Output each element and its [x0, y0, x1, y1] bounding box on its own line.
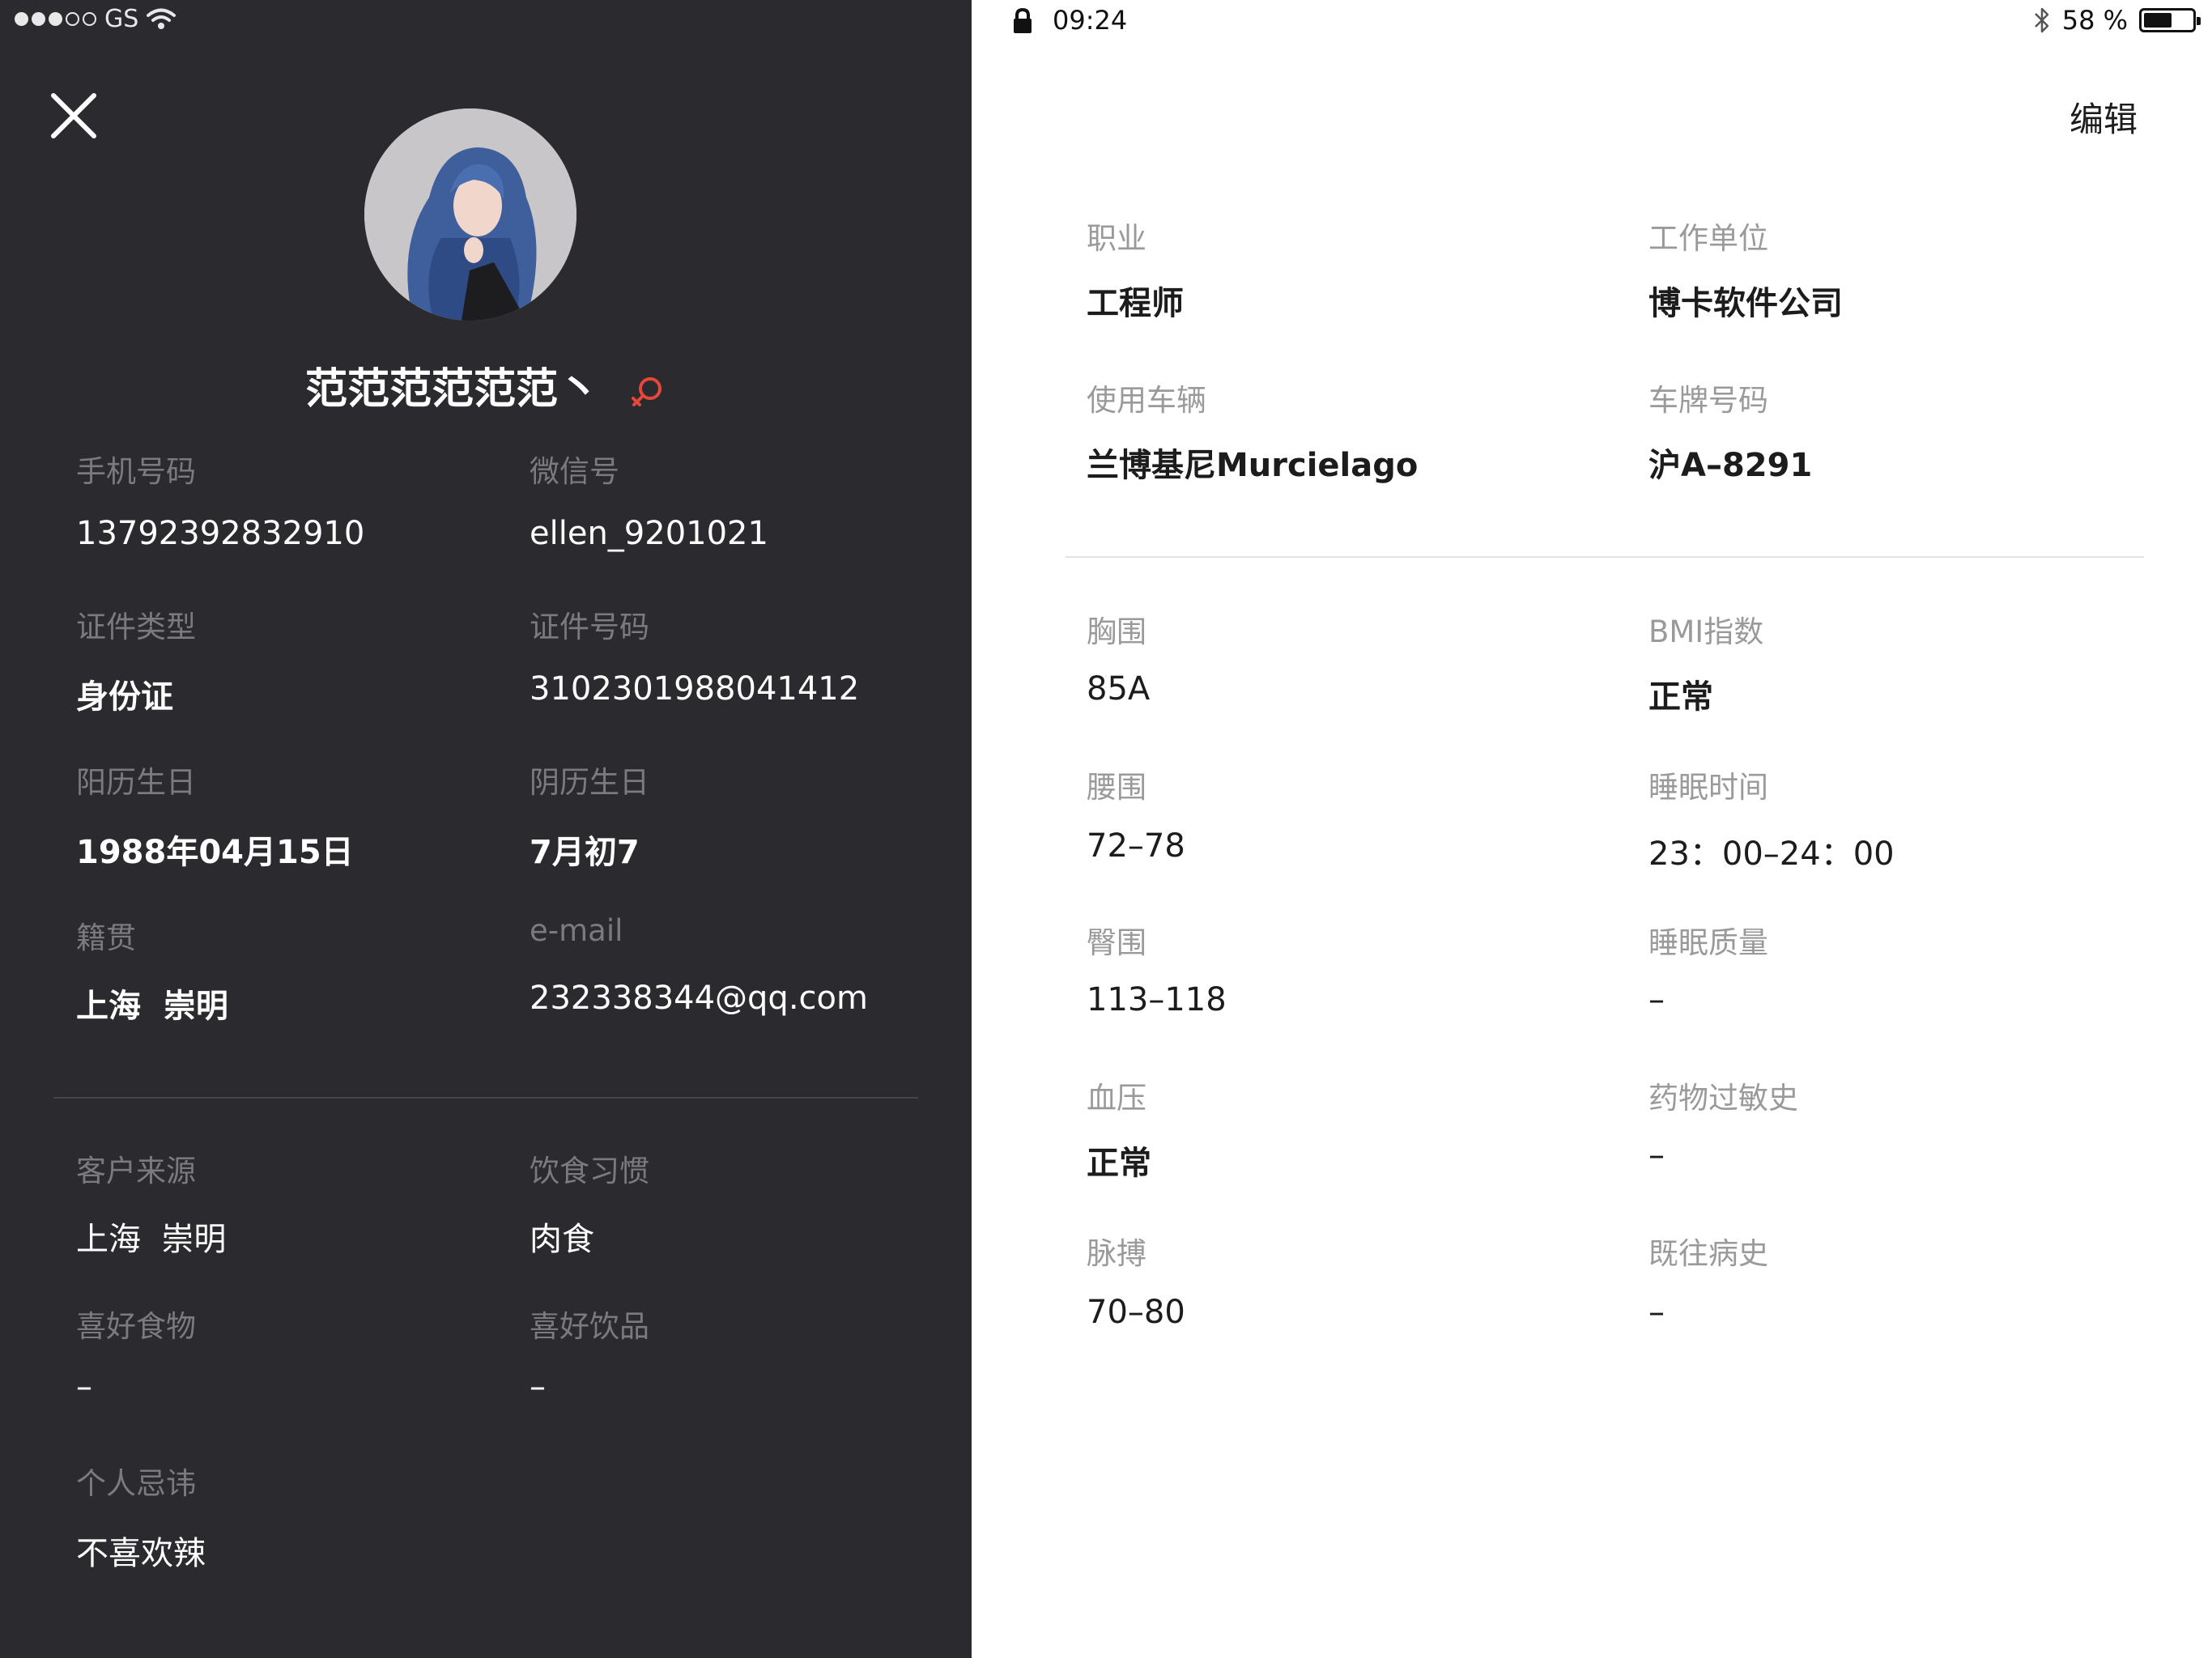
source-label: 客户来源 — [76, 1154, 196, 1188]
phone-label: 手机号码 — [76, 454, 196, 489]
plate-label: 车牌号码 — [1648, 383, 1768, 418]
fav-drink-value: – — [530, 1368, 546, 1405]
status-time: 09:24 — [1053, 5, 1128, 36]
pulse-label: 脉搏 — [1087, 1236, 1146, 1271]
bmi-label: BMI指数 — [1648, 614, 1764, 649]
diet-label: 饮食习惯 — [530, 1154, 649, 1188]
edit-button[interactable]: 编辑 — [2069, 92, 2138, 142]
divider — [1066, 556, 2144, 558]
sleep-quality-label: 睡眠质量 — [1648, 925, 1768, 960]
divider — [53, 1097, 918, 1099]
bust-label: 胸围 — [1087, 614, 1146, 649]
history-label: 既往病史 — [1648, 1236, 1768, 1271]
diet-value: 肉食 — [530, 1221, 594, 1258]
wechat-label: 微信号 — [530, 454, 619, 489]
id-type-label: 证件类型 — [76, 610, 196, 644]
taboo-label: 个人忌讳 — [76, 1466, 196, 1501]
job-label: 职业 — [1087, 221, 1146, 256]
waist-label: 腰围 — [1087, 770, 1146, 805]
status-bar-left: GS — [15, 5, 177, 33]
sleep-quality-value: – — [1648, 981, 1665, 1018]
battery-percent: 58 % — [2061, 5, 2128, 36]
female-icon — [632, 377, 662, 406]
id-number-label: 证件号码 — [530, 610, 649, 644]
sleep-time-value: 23：00–24：00 — [1648, 835, 1895, 873]
employer-label: 工作单位 — [1648, 221, 1768, 256]
pulse-value: 70–80 — [1087, 1294, 1185, 1331]
bust-value: 85A — [1087, 670, 1151, 708]
signal-strength-icon — [15, 12, 96, 26]
email-label: e-mail — [530, 913, 623, 948]
screen: GS 范范范范范范丶 手机号码 13792392832910 微信号 ellen… — [0, 0, 2212, 1658]
hip-label: 臀围 — [1087, 925, 1146, 960]
carrier-name: GS — [104, 5, 139, 33]
customer-name: 范范范范范范丶 — [0, 355, 972, 415]
profile-panel: GS 范范范范范范丶 手机号码 13792392832910 微信号 ellen… — [0, 0, 972, 1658]
wechat-value: ellen_9201021 — [530, 515, 768, 552]
employer-value: 博卡软件公司 — [1648, 285, 1843, 322]
solar-birthday-label: 阳历生日 — [76, 765, 196, 800]
phone-value: 13792392832910 — [76, 515, 365, 552]
hometown-value: 上海 崇明 — [76, 988, 228, 1025]
bmi-value: 正常 — [1648, 678, 1713, 716]
allergy-value: – — [1648, 1137, 1665, 1174]
plate-value: 沪A–8291 — [1648, 447, 1813, 484]
taboo-value: 不喜欢辣 — [76, 1535, 206, 1572]
email-value: 232338344@qq.com — [530, 980, 868, 1017]
avatar — [364, 108, 576, 321]
fav-drink-label: 喜好饮品 — [530, 1309, 649, 1344]
customer-name-text: 范范范范范范丶 — [304, 365, 600, 414]
vehicle-label: 使用车辆 — [1087, 383, 1206, 418]
lunar-birthday-value: 7月初7 — [530, 834, 640, 871]
allergy-label: 药物过敏史 — [1648, 1081, 1798, 1116]
lunar-birthday-label: 阴历生日 — [530, 765, 649, 800]
id-type-value: 身份证 — [76, 678, 173, 716]
close-icon[interactable] — [49, 91, 99, 141]
status-bar-right: 58 % — [2033, 5, 2201, 36]
job-value: 工程师 — [1087, 285, 1184, 322]
history-value: – — [1648, 1294, 1665, 1331]
blood-pressure-value: 正常 — [1087, 1145, 1151, 1182]
sleep-time-label: 睡眠时间 — [1648, 770, 1768, 805]
lock-icon — [1014, 8, 1032, 33]
vehicle-value: 兰博基尼Murcielago — [1087, 447, 1419, 484]
id-number-value: 3102301988041412 — [530, 670, 860, 708]
solar-birthday-value: 1988年04月15日 — [76, 834, 354, 871]
waist-value: 72–78 — [1087, 827, 1185, 865]
bluetooth-icon — [2034, 7, 2048, 33]
hometown-label: 籍贯 — [76, 920, 136, 955]
blood-pressure-label: 血压 — [1087, 1081, 1146, 1116]
hip-value: 113–118 — [1087, 981, 1227, 1018]
battery-icon — [2139, 8, 2201, 32]
fav-food-value: – — [76, 1368, 92, 1405]
wifi-icon — [147, 8, 177, 29]
fav-food-label: 喜好食物 — [76, 1309, 196, 1344]
source-value: 上海 崇明 — [76, 1221, 227, 1258]
